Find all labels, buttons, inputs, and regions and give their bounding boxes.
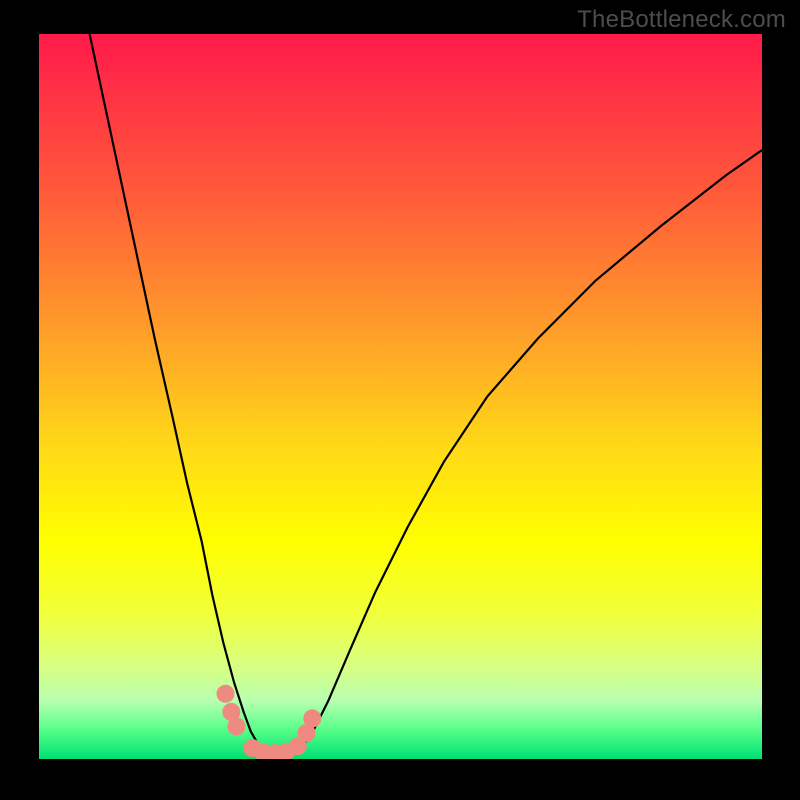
watermark-text: TheBottleneck.com	[577, 6, 786, 34]
chart-curve	[90, 34, 762, 757]
chart-markers	[217, 685, 322, 759]
chart-marker-dot	[217, 685, 235, 703]
chart-plot-area	[39, 34, 762, 759]
chart-marker-dot	[227, 717, 245, 735]
chart-marker-dot	[303, 709, 321, 727]
chart-svg	[39, 34, 762, 759]
chart-frame: TheBottleneck.com	[0, 0, 800, 800]
